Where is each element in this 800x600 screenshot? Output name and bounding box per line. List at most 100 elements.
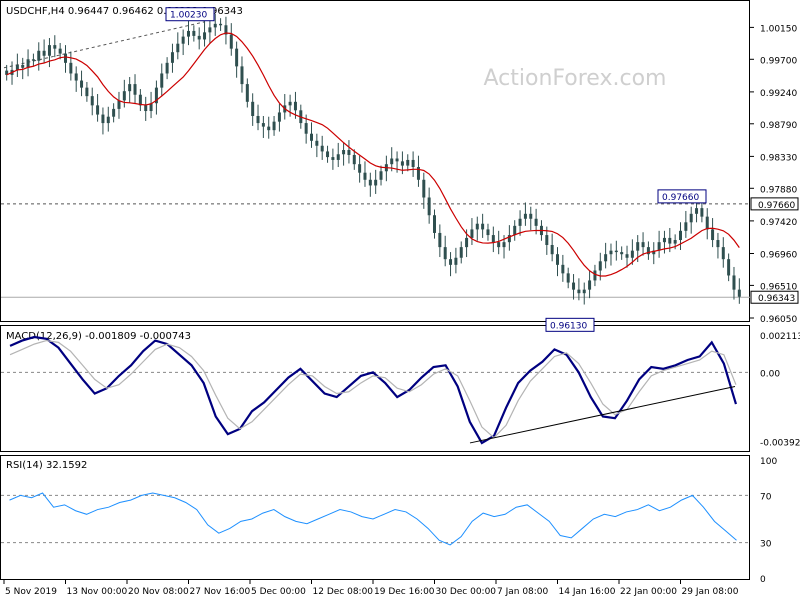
time-tick-label: 5 Dec 00:00 xyxy=(251,587,306,597)
candle-body xyxy=(604,254,608,262)
watermark: ActionForex.com xyxy=(484,66,667,91)
candle-body xyxy=(293,101,297,111)
candle-body xyxy=(106,116,110,124)
macd-series: 0.002113 0.00 -0.003922 xyxy=(1,332,800,449)
price-levels: 0.96343 0.97660 xyxy=(1,21,799,304)
candle-body xyxy=(245,84,249,102)
time-tick-label: 29 Jan 08:00 xyxy=(682,587,739,597)
candle-body xyxy=(47,45,51,56)
candle-body xyxy=(716,240,720,248)
rsi-title: RSI(14) 32.1592 xyxy=(6,460,87,471)
candle-body xyxy=(331,157,335,160)
time-tick-label: 5 Nov 2019 xyxy=(5,587,57,597)
candle-body xyxy=(679,230,682,241)
candle-body xyxy=(593,270,597,281)
candle-body xyxy=(64,53,67,63)
rsi-tick-label: 0 xyxy=(760,575,766,585)
candle-body xyxy=(80,80,84,88)
candle-body xyxy=(288,101,292,106)
candle-body xyxy=(684,222,688,231)
candle-body xyxy=(641,242,645,248)
candle-body xyxy=(518,218,522,226)
candle-body xyxy=(689,213,693,223)
candle-body xyxy=(529,213,533,219)
candle-body xyxy=(695,208,699,214)
macd-trendline xyxy=(469,385,736,444)
candle-body xyxy=(561,264,565,274)
candle-body xyxy=(438,232,442,248)
candle-body xyxy=(21,64,25,68)
candle-body xyxy=(481,223,485,230)
candle-body xyxy=(427,197,431,216)
price-tick-label: 1.00150 xyxy=(760,24,797,34)
price-annotation-label: 1.00230 xyxy=(170,11,207,21)
candle-body xyxy=(315,140,319,146)
candle-body xyxy=(261,123,265,127)
candle-body xyxy=(15,64,19,70)
candle-body xyxy=(352,154,356,165)
candle-body xyxy=(465,237,469,248)
trend-dashed-line xyxy=(3,21,206,69)
candle-body xyxy=(668,237,672,244)
candle-body xyxy=(37,50,41,61)
time-tick-label: 20 Nov 08:00 xyxy=(128,587,189,597)
level-price-label: 0.97660 xyxy=(758,201,795,211)
time-tick-label: 14 Jan 16:00 xyxy=(559,587,616,597)
candle-body xyxy=(662,237,666,243)
candle-body xyxy=(470,229,474,238)
candle-body xyxy=(545,235,549,245)
candle-body xyxy=(572,282,576,290)
time-tick-label: 7 Jan 08:00 xyxy=(497,587,549,597)
candle-body xyxy=(523,213,527,219)
time-axis: 5 Nov 2019 13 Nov 00:00 20 Nov 08:00 27 Nov… xyxy=(3,580,739,597)
candle-body xyxy=(128,84,132,92)
candle-body xyxy=(53,45,57,49)
price-tick-label: 0.99240 xyxy=(760,89,797,99)
candle-body xyxy=(235,48,239,67)
price-tick-label: 0.96960 xyxy=(760,250,797,260)
candle-body xyxy=(550,244,554,255)
price-annotations: 1.00230 0.97660 0.96130 xyxy=(165,7,707,332)
candle-body xyxy=(31,59,35,61)
candle-body xyxy=(272,121,276,131)
price-tick-label: 0.99700 xyxy=(760,56,797,66)
candle-body xyxy=(609,250,613,255)
macd-signal-line xyxy=(9,339,737,439)
candle-body xyxy=(727,259,731,276)
candle-body xyxy=(122,91,126,101)
candle-body xyxy=(700,208,704,217)
candle-body xyxy=(582,289,586,294)
candle-body xyxy=(513,225,517,236)
candle-body xyxy=(187,30,190,37)
candle-body xyxy=(459,247,463,258)
candle-body xyxy=(502,242,506,248)
price-tick-label: 0.96050 xyxy=(760,315,797,325)
candle-body xyxy=(390,158,394,165)
candle-body xyxy=(192,30,196,36)
candle-body xyxy=(732,275,736,290)
price-tick-label: 0.97880 xyxy=(760,185,797,195)
candle-body xyxy=(620,252,624,255)
candle-body xyxy=(342,150,346,155)
time-tick-label: 12 Dec 08:00 xyxy=(313,587,374,597)
time-tick-label: 19 Dec 16:00 xyxy=(374,587,435,597)
candle-body xyxy=(26,59,30,68)
candle-body xyxy=(588,280,592,290)
candle-body xyxy=(497,242,501,248)
price-axis: 1.00150 0.99700 0.99240 0.98790 0.98330 0.978… xyxy=(750,24,797,325)
candle-body xyxy=(256,115,260,124)
candle-body xyxy=(144,105,148,112)
price-annotation-label: 0.96130 xyxy=(550,321,587,331)
price-tick-label: 0.97420 xyxy=(760,218,797,228)
candle-body xyxy=(229,34,233,49)
candle-body xyxy=(566,273,570,283)
candle-body xyxy=(406,159,410,166)
rsi-series: 100 70 30 0 xyxy=(1,457,777,585)
candle-body xyxy=(85,87,89,97)
macd-panel-frame xyxy=(0,325,750,452)
candle-body xyxy=(101,114,105,124)
candle-body xyxy=(69,62,73,74)
candle-body xyxy=(176,43,180,53)
current-price-label: 0.96343 xyxy=(758,294,795,304)
candle-body xyxy=(411,159,415,168)
